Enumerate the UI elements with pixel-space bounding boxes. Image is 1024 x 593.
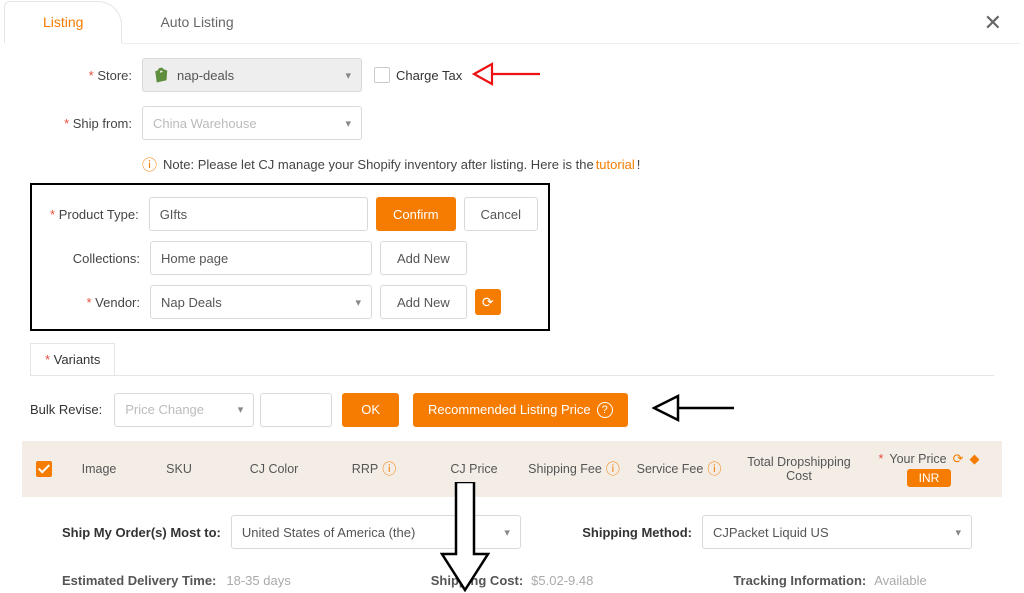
- collections-label: Collections:: [42, 251, 150, 266]
- shipping-config-row: Ship My Order(s) Most to: United States …: [22, 497, 1002, 559]
- ship-to-value: United States of America (the): [242, 525, 415, 540]
- tracking-info-label: Tracking Information:: [733, 573, 866, 588]
- shipping-method-value: CJPacket Liquid US: [713, 525, 829, 540]
- note-text: Note: Please let CJ manage your Shopify …: [163, 157, 594, 172]
- cancel-product-type-button[interactable]: Cancel: [464, 197, 538, 231]
- charge-tax-checkbox[interactable]: [374, 67, 390, 83]
- black-arrow-annotation: [652, 392, 736, 427]
- ship-from-label: Ship from:: [22, 116, 142, 131]
- price-change-value: Price Change: [125, 402, 204, 417]
- warning-icon: ⓘ: [142, 154, 157, 175]
- charge-tax-label: Charge Tax: [396, 68, 462, 83]
- confirm-button[interactable]: Confirm: [376, 197, 456, 231]
- chevron-down-icon: ▾: [355, 296, 361, 309]
- recommended-price-label: Recommended Listing Price: [428, 402, 591, 417]
- th-sku: SKU: [134, 462, 224, 476]
- tab-listing[interactable]: Listing: [4, 1, 122, 44]
- variants-label: Variants: [54, 352, 101, 367]
- th-rrp: RRPⓘ: [324, 459, 424, 479]
- add-new-vendor-button[interactable]: Add New: [380, 285, 467, 319]
- vendor-value: Nap Deals: [161, 295, 222, 310]
- store-label: Store:: [22, 68, 142, 83]
- product-type-label: Product Type:: [42, 207, 149, 222]
- th-service-fee: Service Feeⓘ: [624, 459, 734, 479]
- ship-from-row: Ship from: China Warehouse ▾: [22, 106, 1002, 140]
- info-icon[interactable]: ⓘ: [606, 459, 620, 479]
- tab-auto-listing[interactable]: Auto Listing: [122, 2, 271, 42]
- recommended-price-button[interactable]: Recommended Listing Price ?: [413, 393, 628, 427]
- red-arrow-annotation: [472, 60, 542, 91]
- chevron-down-icon: ▾: [955, 526, 961, 539]
- chevron-down-icon: ▾: [504, 526, 510, 539]
- th-shipping-fee: Shipping Feeⓘ: [524, 459, 624, 479]
- product-config-box: Product Type: GIfts Confirm Cancel Colle…: [30, 183, 550, 331]
- vendor-label: Vendor:: [42, 295, 150, 310]
- est-delivery-value: 18-35 days: [226, 573, 290, 588]
- ship-from-value: China Warehouse: [153, 116, 257, 131]
- tracking-info-value: Available: [874, 573, 927, 588]
- ship-from-select[interactable]: China Warehouse ▾: [142, 106, 362, 140]
- refresh-icon[interactable]: ⟳: [475, 289, 501, 315]
- tag-icon[interactable]: ◆: [970, 451, 980, 467]
- add-new-collection-button[interactable]: Add New: [380, 241, 467, 275]
- shopify-icon: [153, 66, 171, 84]
- ship-to-select[interactable]: United States of America (the) ▾: [231, 515, 521, 549]
- close-icon[interactable]: ✕: [984, 10, 1002, 36]
- th-total-cost: Total Dropshipping Cost: [734, 455, 864, 483]
- tutorial-link[interactable]: tutorial: [596, 157, 635, 172]
- chevron-down-icon: ▾: [345, 69, 351, 82]
- tabs-bar: Listing Auto Listing ✕: [4, 0, 1020, 44]
- collections-input[interactable]: Home page: [150, 241, 372, 275]
- info-icon[interactable]: ⓘ: [707, 459, 721, 479]
- ok-button[interactable]: OK: [342, 393, 399, 427]
- refresh-icon[interactable]: ⟳: [953, 451, 964, 467]
- th-image: Image: [64, 462, 134, 476]
- th-cj-color: CJ Color: [224, 462, 324, 476]
- shipping-method-label: Shipping Method:: [582, 525, 692, 540]
- th-cj-price: CJ Price: [424, 462, 524, 476]
- price-change-select[interactable]: Price Change ▾: [114, 393, 254, 427]
- note-row: ⓘ Note: Please let CJ manage your Shopif…: [142, 154, 1002, 175]
- shipping-cost-label: Shipping Cost:: [431, 573, 523, 588]
- store-row: Store: nap-deals ▾ Charge Tax: [22, 58, 1002, 92]
- bulk-revise-label: Bulk Revise:: [30, 402, 102, 417]
- variants-table-header: Image SKU CJ Color RRPⓘ CJ Price Shippin…: [22, 441, 1002, 497]
- select-all-checkbox[interactable]: [36, 461, 52, 477]
- shipping-method-select[interactable]: CJPacket Liquid US ▾: [702, 515, 972, 549]
- est-delivery-label: Estimated Delivery Time:: [62, 573, 216, 588]
- chevron-down-icon: ▾: [238, 403, 244, 416]
- currency-badge[interactable]: INR: [907, 469, 952, 487]
- product-type-input[interactable]: GIfts: [149, 197, 368, 231]
- chevron-down-icon: ▾: [345, 117, 351, 130]
- note-suffix: !: [637, 157, 641, 172]
- store-select[interactable]: nap-deals ▾: [142, 58, 362, 92]
- info-icon[interactable]: ⓘ: [382, 459, 396, 479]
- vendor-select[interactable]: Nap Deals ▾: [150, 285, 372, 319]
- shipping-cost-value: $5.02-9.48: [531, 573, 593, 588]
- ship-to-label: Ship My Order(s) Most to:: [62, 525, 221, 540]
- bulk-revise-row: Bulk Revise: Price Change ▾ OK Recommend…: [22, 376, 1002, 441]
- tab-variants[interactable]: * Variants: [30, 343, 115, 375]
- price-change-input[interactable]: [260, 393, 332, 427]
- shipping-estimate-row: Estimated Delivery Time: 18-35 days Ship…: [22, 559, 1002, 593]
- store-value: nap-deals: [177, 68, 234, 83]
- th-your-price: * Your Price ⟳ ◆ INR: [864, 451, 994, 487]
- help-icon: ?: [597, 402, 613, 418]
